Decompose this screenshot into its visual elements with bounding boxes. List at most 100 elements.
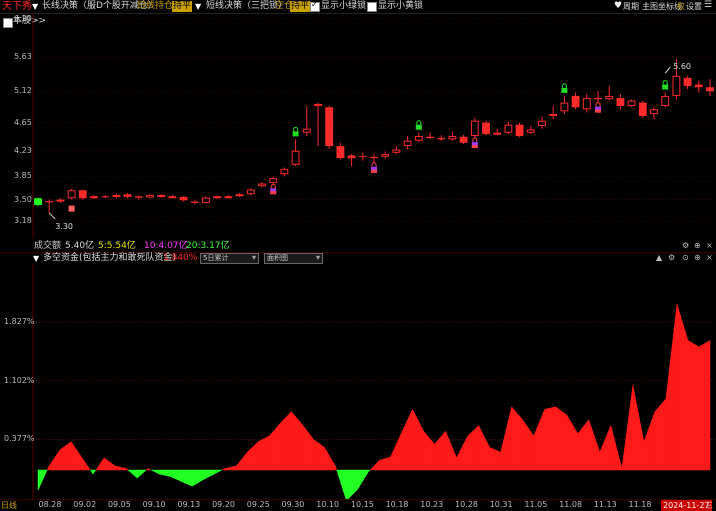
- candle: [112, 193, 121, 199]
- panel-close-icon[interactable]: ×: [706, 241, 713, 250]
- volume-value: 5.40亿: [65, 241, 95, 251]
- candle: [134, 195, 143, 200]
- fund-panel-header: ▼ 多空资金(包括主力和敢死队资金) 1.840% 5日累计 面积图 ▲ ⚙ ⊙…: [0, 253, 716, 264]
- fund-negative-area: [180, 469, 193, 487]
- fund-positive-area: [114, 465, 127, 471]
- menu-icon[interactable]: ☰: [704, 0, 712, 11]
- fund-close-icon[interactable]: ×: [706, 253, 713, 262]
- fund-positive-area: [236, 451, 248, 471]
- candle: [246, 188, 255, 196]
- volume-ma20: 20:3.17亿: [186, 241, 230, 251]
- candle: [302, 105, 311, 137]
- panel-add-icon[interactable]: ⊕: [694, 241, 701, 250]
- fund-positive-area: [258, 435, 270, 471]
- chart-type-select[interactable]: 面积图: [264, 253, 323, 264]
- current-date: 2024-11-27: [661, 500, 712, 511]
- checkbox-yellow-lock-label: 显示小黄锁: [378, 1, 424, 11]
- volume-ma5: 5:5.54亿: [98, 241, 136, 251]
- candle: [101, 194, 110, 199]
- candle: [392, 146, 401, 155]
- price-y-tick: 4.65: [14, 117, 32, 127]
- rights-button[interactable]: 权: [677, 1, 685, 12]
- fund-y-tick: 0.377%: [4, 434, 35, 444]
- period-corner-label[interactable]: 日线: [1, 500, 17, 511]
- low-pointer: [48, 212, 56, 220]
- candle: [560, 95, 569, 114]
- fund-positive-area: [467, 424, 479, 471]
- checkbox-yellow-lock[interactable]: [367, 2, 377, 12]
- volume-ma10: 10:4.07亿: [144, 241, 188, 251]
- fund-positive-area: [335, 465, 338, 471]
- fund-negative-area: [191, 469, 204, 487]
- fund-lock-icon[interactable]: ⊙: [682, 253, 689, 262]
- candle: [616, 93, 625, 110]
- fund-positive-area: [225, 465, 237, 471]
- candle: [403, 136, 412, 150]
- fund-positive-area: [222, 467, 226, 471]
- main-chart-button[interactable]: 主图: [642, 1, 658, 12]
- fund-positive-area: [70, 440, 83, 471]
- candle: [336, 142, 345, 160]
- candle: [358, 152, 367, 161]
- accumulate-select[interactable]: 5日累计: [200, 253, 259, 264]
- fund-value: 1.840%: [163, 253, 198, 263]
- settings-button[interactable]: 设置: [686, 1, 702, 12]
- fund-positive-area: [291, 410, 303, 471]
- fund-positive-area: [412, 409, 424, 471]
- candle: [314, 102, 322, 147]
- heart-icon[interactable]: ♥: [614, 1, 622, 12]
- fund-positive-area: [544, 406, 557, 471]
- date-axis: 日线 08.28 09.02 09.05 09.10 09.13 09.20 09.25 09…: [0, 499, 716, 511]
- sell-signal-icon: [371, 162, 377, 173]
- candle: [168, 194, 177, 199]
- fund-negative-area: [158, 469, 171, 477]
- cycle-button[interactable]: 周期: [623, 1, 639, 12]
- fund-area-chart[interactable]: [0, 264, 716, 499]
- candle: [493, 128, 502, 136]
- candle: [414, 132, 423, 143]
- weekday-label: 三: [705, 501, 713, 510]
- fund-positive-area: [147, 467, 152, 471]
- fund-positive-area: [676, 303, 689, 471]
- candle: [235, 192, 244, 197]
- fund-positive-area: [81, 457, 91, 471]
- fund-negative-area: [89, 469, 94, 475]
- hold-label: 日线持仓: [137, 1, 174, 11]
- candle: [90, 194, 98, 199]
- top-toolbar: 天下秀 ▼ 长线决策（服D个股开减仓） 日线持仓 持平 ▼ 短线决策（三把锁） …: [0, 0, 716, 14]
- fund-positive-area: [280, 411, 292, 471]
- fund-negative-area: [357, 469, 369, 491]
- fund-negative-area: [202, 469, 215, 481]
- fund-positive-area: [434, 430, 446, 471]
- candle: [45, 199, 54, 213]
- fund-negative-area: [336, 469, 347, 499]
- panel-settings-icon[interactable]: ⚙: [682, 241, 689, 250]
- candle: [482, 120, 490, 136]
- candlestick-chart[interactable]: 3.30 5.60: [0, 13, 716, 239]
- candle: [258, 182, 266, 188]
- checkbox-green-lock[interactable]: [310, 0, 320, 12]
- fund-positive-area: [445, 431, 457, 471]
- fund-settings-arrow-icon[interactable]: ▼: [33, 253, 39, 264]
- fund-positive-area: [511, 406, 523, 471]
- hold-tag: 持平: [172, 1, 193, 12]
- fund-settings-icon[interactable]: ⚙: [668, 253, 675, 262]
- candle: [538, 116, 546, 129]
- fund-positive-area: [643, 411, 656, 471]
- fund-positive-area: [95, 457, 105, 471]
- fund-positive-area: [324, 446, 336, 471]
- fund-positive-area: [522, 418, 534, 471]
- candle: [594, 91, 602, 103]
- candle: [706, 79, 714, 96]
- candle: [683, 75, 692, 90]
- candle: [638, 100, 647, 118]
- candle: [370, 154, 378, 163]
- fund-positive-area: [456, 435, 468, 471]
- price-y-tick: 4.23: [14, 145, 32, 155]
- fund-add-icon[interactable]: ⊕: [694, 253, 701, 262]
- candle: [504, 122, 513, 135]
- fund-up-icon[interactable]: ▲: [656, 253, 662, 262]
- sell-signal-icon: [595, 102, 601, 113]
- formula2-arrow-icon[interactable]: ▼: [195, 1, 201, 12]
- formula-menu-arrow-icon[interactable]: ▼: [32, 1, 38, 12]
